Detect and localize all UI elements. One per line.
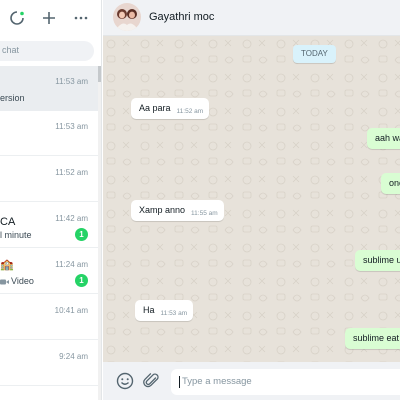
chat-time: 11:42 am — [55, 214, 88, 223]
contact-name[interactable]: Gayathri moc — [149, 11, 214, 23]
chat-preview: Video — [11, 276, 34, 286]
chat-time: 11:52 am — [55, 168, 88, 177]
message-bubble-outgoing[interactable]: one — [381, 173, 400, 194]
search-bar: chat — [0, 36, 101, 66]
video-icon — [0, 279, 9, 285]
status-icon[interactable] — [6, 7, 28, 29]
chat-list-item[interactable]: 10:41 am — [0, 295, 98, 340]
message-area: TODAY Aa para 11:52 am aah wa one Xamp an… — [103, 36, 400, 362]
search-input[interactable]: chat — [0, 41, 94, 61]
emoji-icon[interactable] — [116, 372, 134, 390]
menu-icon[interactable] — [70, 7, 92, 29]
message-text: sublime u — [363, 255, 400, 265]
chat-list: ersion 11:53 am 11:53 am 11:52 am CA l m… — [0, 66, 101, 400]
message-time: 11:53 am — [160, 310, 188, 317]
unread-badge: 1 — [75, 274, 88, 287]
message-text: sublime eat — [353, 333, 400, 343]
avatar[interactable] — [113, 3, 141, 31]
search-placeholder: chat — [2, 45, 20, 55]
message-text: Xamp anno — [139, 205, 186, 215]
message-text: Aa para — [139, 103, 171, 113]
chat-name: CA — [0, 216, 16, 228]
message-text: one — [389, 178, 400, 188]
message-bubble-outgoing[interactable]: sublime eat — [345, 328, 400, 349]
message-input[interactable]: Type a message — [171, 369, 400, 395]
chat-list-item[interactable]: 11:52 am — [0, 157, 98, 202]
message-text: Ha — [143, 305, 155, 315]
message-bubble-outgoing[interactable]: aah wa — [367, 128, 400, 149]
chat-time: 11:53 am — [55, 77, 88, 86]
message-bubble-incoming[interactable]: Aa para 11:52 am — [131, 98, 210, 119]
scrollbar-thumb[interactable] — [98, 66, 101, 82]
chat-name: 🏫 — [0, 259, 14, 271]
chat-time: 11:53 am — [55, 122, 88, 131]
new-chat-icon[interactable] — [38, 7, 60, 29]
chat-list-item[interactable]: 9:24 am — [0, 341, 98, 386]
chat-list-item[interactable]: 🏫 Video 11:24 am 1 — [0, 249, 98, 294]
attach-icon[interactable] — [143, 372, 161, 390]
chat-preview: ersion — [0, 93, 25, 103]
chat-preview: l minute — [0, 230, 32, 240]
message-bubble-incoming[interactable]: Ha 11:53 am — [135, 300, 194, 321]
conversation-header[interactable]: Gayathri moc — [103, 0, 400, 36]
message-bubble-incoming[interactable]: Xamp anno 11:55 am — [131, 200, 224, 221]
message-text: aah wa — [375, 133, 400, 143]
chat-list-item[interactable]: CA l minute 11:42 am 1 — [0, 203, 98, 248]
chat-preview-row: Video — [0, 276, 34, 286]
message-bubble-outgoing[interactable]: sublime u — [355, 250, 400, 271]
chat-time: 9:24 am — [59, 352, 88, 361]
message-time: 11:52 am — [176, 108, 204, 115]
chat-list-item[interactable]: 11:53 am — [0, 111, 98, 156]
date-chip: TODAY — [293, 45, 336, 63]
text-caret — [179, 376, 180, 388]
unread-badge: 1 — [75, 228, 88, 241]
chat-sidebar: chat ersion 11:53 am 11:53 am 11:52 am C… — [0, 0, 102, 400]
message-composer: Type a message — [103, 362, 400, 400]
message-input-placeholder: Type a message — [182, 376, 252, 387]
conversation-pane: Gayathri moc TODAY Aa para 11:52 am aah w… — [103, 0, 400, 400]
chat-time: 10:41 am — [54, 306, 88, 315]
chat-list-item[interactable]: ersion 11:53 am — [0, 66, 98, 111]
chat-time: 11:24 am — [55, 260, 88, 269]
sidebar-header — [0, 0, 101, 36]
chat-list-scrollbar[interactable] — [98, 66, 101, 400]
message-time: 11:55 am — [191, 210, 218, 217]
